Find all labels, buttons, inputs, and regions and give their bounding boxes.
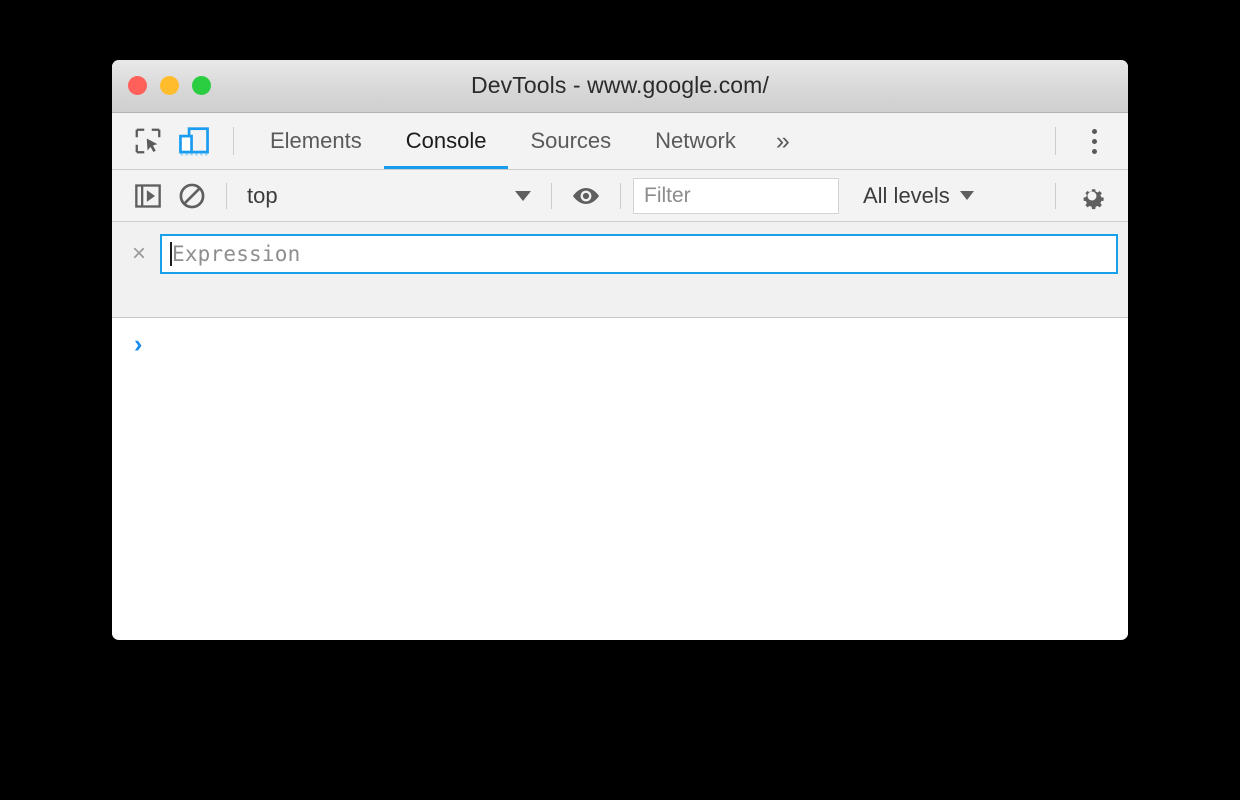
- close-icon[interactable]: ×: [126, 241, 152, 267]
- log-level-value: All levels: [863, 182, 950, 208]
- tab-sources-label: Sources: [530, 128, 612, 153]
- gear-icon[interactable]: [1070, 176, 1114, 216]
- console-toolbar: top Filter All levels: [112, 170, 1128, 222]
- dot: [1091, 138, 1097, 144]
- execution-context-selector[interactable]: top: [239, 179, 539, 213]
- log-level-selector[interactable]: All levels: [855, 179, 982, 213]
- live-expression-row: × Expression: [112, 222, 1128, 274]
- tab-elements[interactable]: Elements: [248, 113, 384, 169]
- devtools-window: DevTools - www.google.com/ Elements Cons…: [112, 60, 1128, 640]
- console-toolbar-divider-2: [551, 182, 552, 209]
- live-expression-panel: × Expression: [112, 222, 1128, 318]
- console-toolbar-divider: [226, 182, 227, 209]
- eye-icon[interactable]: [564, 176, 608, 216]
- tab-elements-label: Elements: [270, 128, 362, 153]
- live-expression-input[interactable]: Expression: [160, 234, 1118, 274]
- tabs-overflow-button[interactable]: »: [758, 113, 808, 169]
- tabbar-divider: [233, 127, 234, 155]
- tab-console[interactable]: Console: [383, 113, 509, 169]
- devtools-tabs: Elements Console Sources Network »: [248, 113, 808, 169]
- vertical-dots-icon[interactable]: [1074, 118, 1114, 164]
- window-titlebar: DevTools - www.google.com/: [112, 60, 1128, 113]
- tabs-overflow-label: »: [775, 126, 790, 155]
- page-root: DevTools - www.google.com/ Elements Cons…: [0, 0, 1240, 800]
- device-toolbar-icon[interactable]: [171, 118, 217, 164]
- window-title: DevTools - www.google.com/: [471, 72, 769, 98]
- tab-network[interactable]: Network: [633, 113, 758, 169]
- filter-input[interactable]: Filter: [633, 177, 839, 214]
- chevron-down-icon: [515, 190, 531, 201]
- chevron-down-icon: [959, 191, 974, 200]
- clear-console-icon[interactable]: [170, 176, 214, 216]
- execution-context-value: top: [247, 182, 278, 208]
- console-sidebar-icon[interactable]: [126, 176, 170, 216]
- live-expression-close-label: ×: [131, 240, 146, 267]
- tabbar-right-group: [1055, 118, 1128, 164]
- tab-sources[interactable]: Sources: [508, 113, 633, 169]
- console-prompt-chevron-icon: ›: [134, 330, 143, 358]
- tab-network-label: Network: [655, 128, 736, 153]
- console-toolbar-right: [1043, 176, 1128, 216]
- filter-placeholder: Filter: [644, 183, 691, 207]
- tabbar-right-divider: [1055, 127, 1056, 155]
- inspect-element-icon[interactable]: [125, 118, 171, 164]
- console-toolbar-divider-4: [1055, 182, 1056, 209]
- tab-console-label: Console: [405, 128, 487, 153]
- console-output-area[interactable]: ›: [112, 318, 1128, 638]
- dot: [1091, 148, 1097, 154]
- dot: [1091, 128, 1097, 134]
- console-toolbar-divider-3: [620, 182, 621, 209]
- live-expression-placeholder: Expression: [172, 242, 301, 266]
- console-prompt-row[interactable]: ›: [112, 318, 1128, 357]
- devtools-tabbar: Elements Console Sources Network »: [112, 113, 1128, 170]
